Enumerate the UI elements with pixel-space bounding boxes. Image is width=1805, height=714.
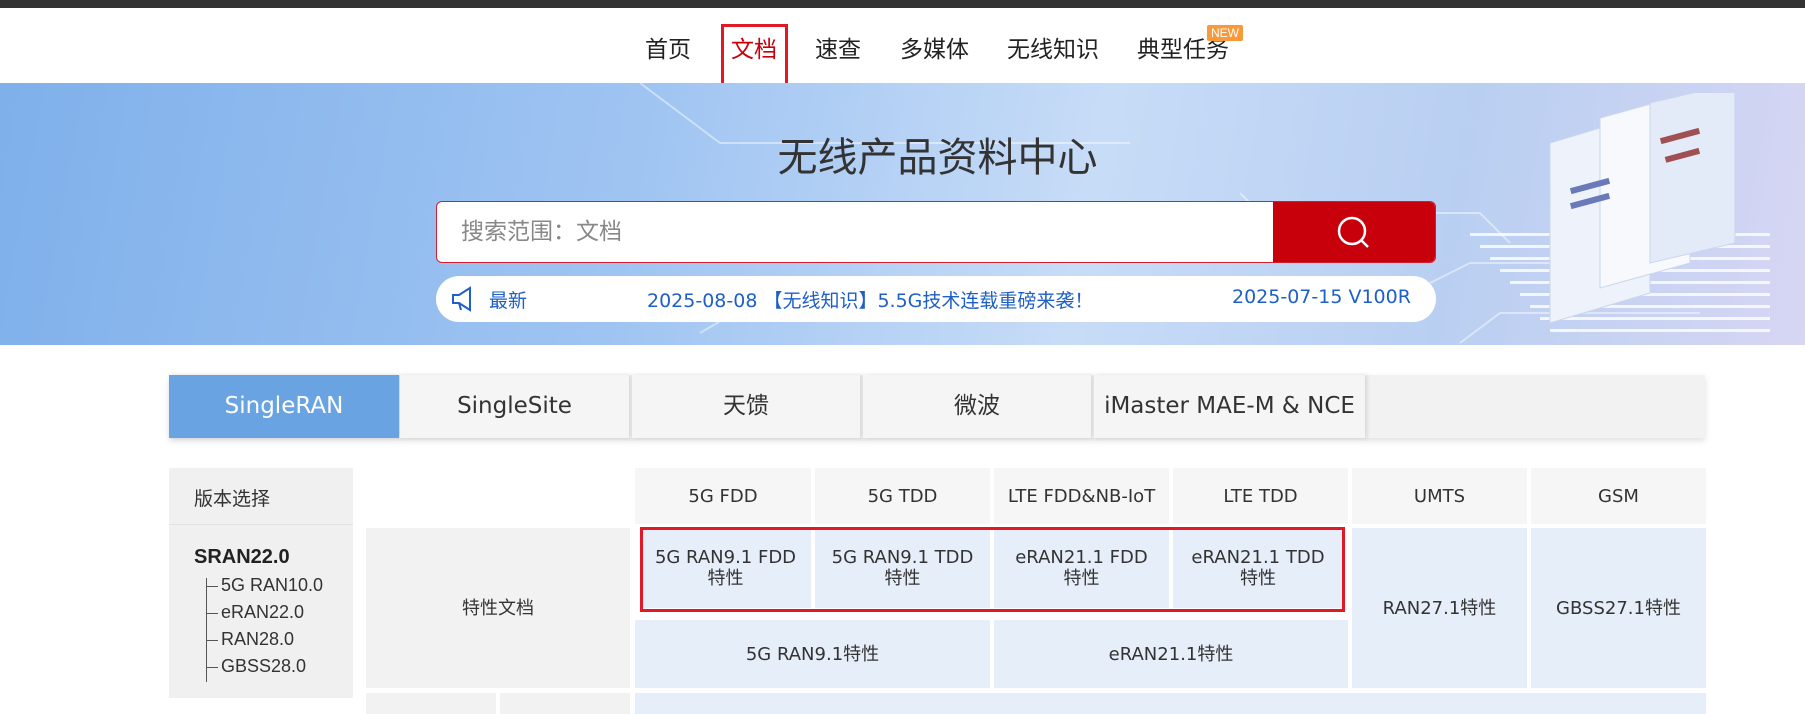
version-item-gbss[interactable]: GBSS28.0 <box>221 656 306 677</box>
page-title: 无线产品资料中心 <box>777 135 1098 181</box>
nav-quick-reference[interactable]: 速查 <box>815 30 861 64</box>
megaphone-icon <box>452 286 471 312</box>
version-selected[interactable]: SRAN22.0 <box>194 546 290 569</box>
version-panel: 版本选择 SRAN22.0 5G RAN10.0 eRAN22.0 RAN28.… <box>169 468 353 698</box>
news-ticker: 最新 2025-08-08 【无线知识】5.5G技术连载重磅来袭！ 2025-0… <box>436 276 1436 322</box>
column-header: UMTS <box>1352 468 1527 524</box>
tree-line <box>206 667 218 668</box>
column-header: LTE TDD <box>1173 468 1348 524</box>
version-item-eran[interactable]: eRAN22.0 <box>221 602 304 623</box>
column-header: 5G FDD <box>635 468 811 524</box>
doc-cell-gsm[interactable]: GBSS27.1特性 <box>1531 528 1706 688</box>
news-item[interactable]: 2025-07-15 V100R0 <box>1232 286 1412 308</box>
hero-banner: 无线产品资料中心 最新 2025-08-08 【无线知识】5.5G技术连载重磅来… <box>0 83 1805 345</box>
column-header: 5G TDD <box>815 468 990 524</box>
version-item-5g-ran[interactable]: 5G RAN10.0 <box>221 575 323 596</box>
next-row-cell[interactable] <box>635 693 1706 714</box>
tab-microwave[interactable]: 微波 <box>863 375 1091 438</box>
news-item[interactable]: 2025-08-08 【无线知识】5.5G技术连载重磅来袭！ <box>647 286 1093 313</box>
tab-singleran[interactable]: SingleRAN <box>169 375 399 438</box>
tab-singlesite[interactable]: SingleSite <box>400 375 629 438</box>
product-tabs: SingleRAN SingleSite 天馈 微波 iMaster MAE-M… <box>169 375 1705 438</box>
search-input[interactable] <box>437 202 1275 262</box>
nav-highlight-box <box>721 24 788 91</box>
doc-cell-5g-ran[interactable]: 5G RAN9.1特性 <box>635 620 990 688</box>
top-bar <box>0 0 1805 8</box>
nav-home[interactable]: 首页 <box>645 30 691 64</box>
tab-antenna-feeder[interactable]: 天馈 <box>632 375 860 438</box>
highlight-box <box>640 527 1345 612</box>
column-header: GSM <box>1531 468 1706 524</box>
nav-wireless-knowledge[interactable]: 无线知识 <box>1007 30 1099 64</box>
search-box <box>436 201 1436 263</box>
version-item-ran[interactable]: RAN28.0 <box>221 629 294 650</box>
search-icon <box>1337 216 1369 248</box>
next-row-label <box>366 693 496 714</box>
main-nav: 首页 文档 速查 多媒体 无线知识 典型任务 NEW <box>0 8 1805 83</box>
tree-line <box>206 640 218 641</box>
next-row-label <box>500 693 630 714</box>
doc-cell-eran[interactable]: eRAN21.1特性 <box>994 620 1348 688</box>
nav-multimedia[interactable]: 多媒体 <box>900 30 969 64</box>
doc-cell-umts[interactable]: RAN27.1特性 <box>1352 528 1527 688</box>
news-label: 最新 <box>489 290 528 312</box>
version-header: 版本选择 <box>169 468 353 525</box>
version-title: 版本选择 <box>194 488 271 510</box>
column-header: LTE FDD&NB-IoT <box>994 468 1169 524</box>
row-label-feature-docs: 特性文档 <box>366 528 630 688</box>
tree-line <box>206 586 218 587</box>
tree-line <box>206 613 218 614</box>
tab-imaster[interactable]: iMaster MAE-M & NCE <box>1094 375 1365 438</box>
new-badge: NEW <box>1207 25 1243 41</box>
search-button[interactable] <box>1273 202 1435 262</box>
